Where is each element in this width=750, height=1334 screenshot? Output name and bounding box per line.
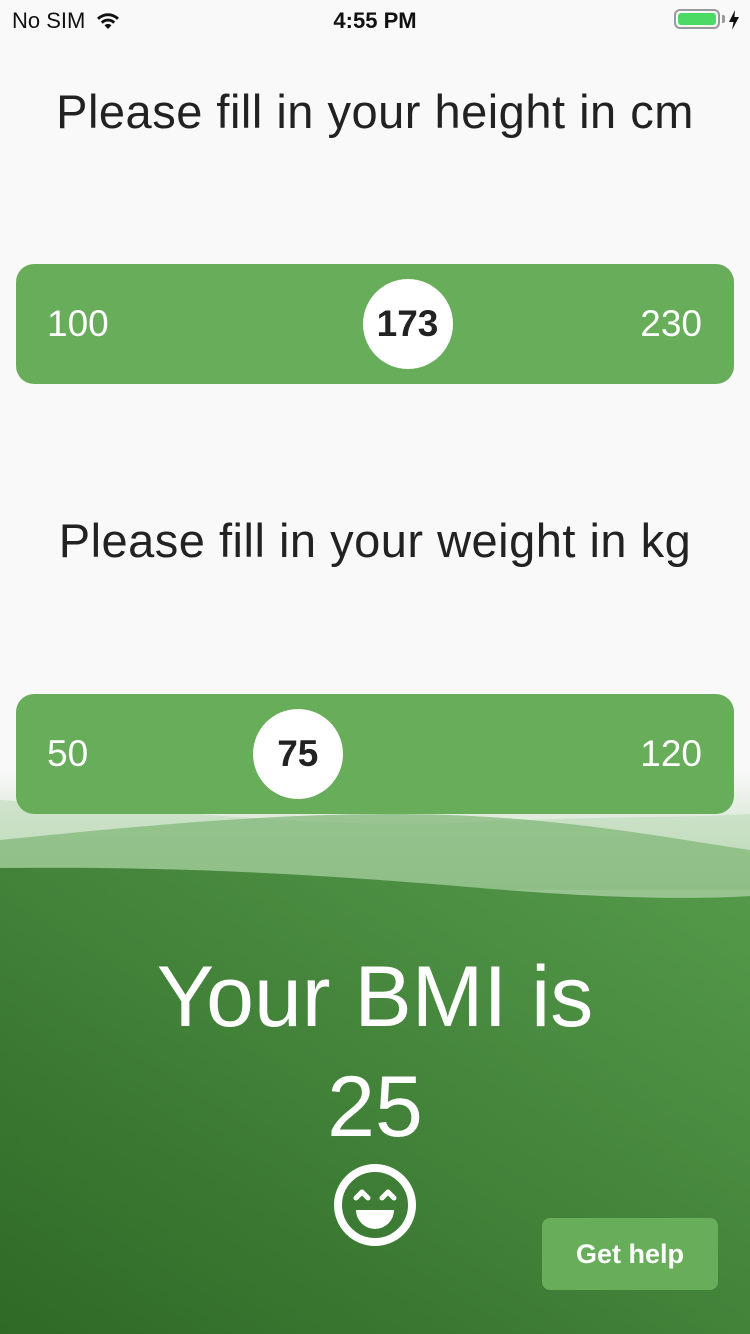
height-max-label: 230	[640, 303, 702, 344]
bmi-calculator-screen: No SIM 4:55 PM Please fill in your heigh…	[0, 0, 750, 1334]
status-bar: No SIM 4:55 PM	[0, 0, 750, 40]
weight-max-label: 120	[640, 733, 702, 774]
bolt-icon	[729, 10, 739, 30]
weight-min-label: 50	[47, 733, 89, 774]
weight-slider[interactable]: 50 120 75	[16, 694, 734, 814]
weight-slider-knob[interactable]: 75	[252, 709, 343, 799]
height-min-label: 100	[47, 303, 109, 344]
bmi-value: 25	[327, 1059, 423, 1155]
height-slider-knob[interactable]: 173	[362, 279, 453, 369]
get-help-button[interactable]: Get help	[542, 1218, 718, 1290]
battery-tip	[722, 15, 725, 23]
height-slider[interactable]: 100 230 173	[16, 264, 734, 384]
height-prompt: Please fill in your height in cm	[56, 85, 694, 138]
weight-prompt: Please fill in your weight in kg	[58, 514, 692, 567]
battery-icon	[674, 9, 720, 29]
status-time: 4:55 PM	[333, 8, 417, 33]
bmi-label: Your BMI is	[156, 949, 594, 1045]
smile-icon	[334, 1164, 416, 1246]
battery-level	[678, 13, 716, 25]
